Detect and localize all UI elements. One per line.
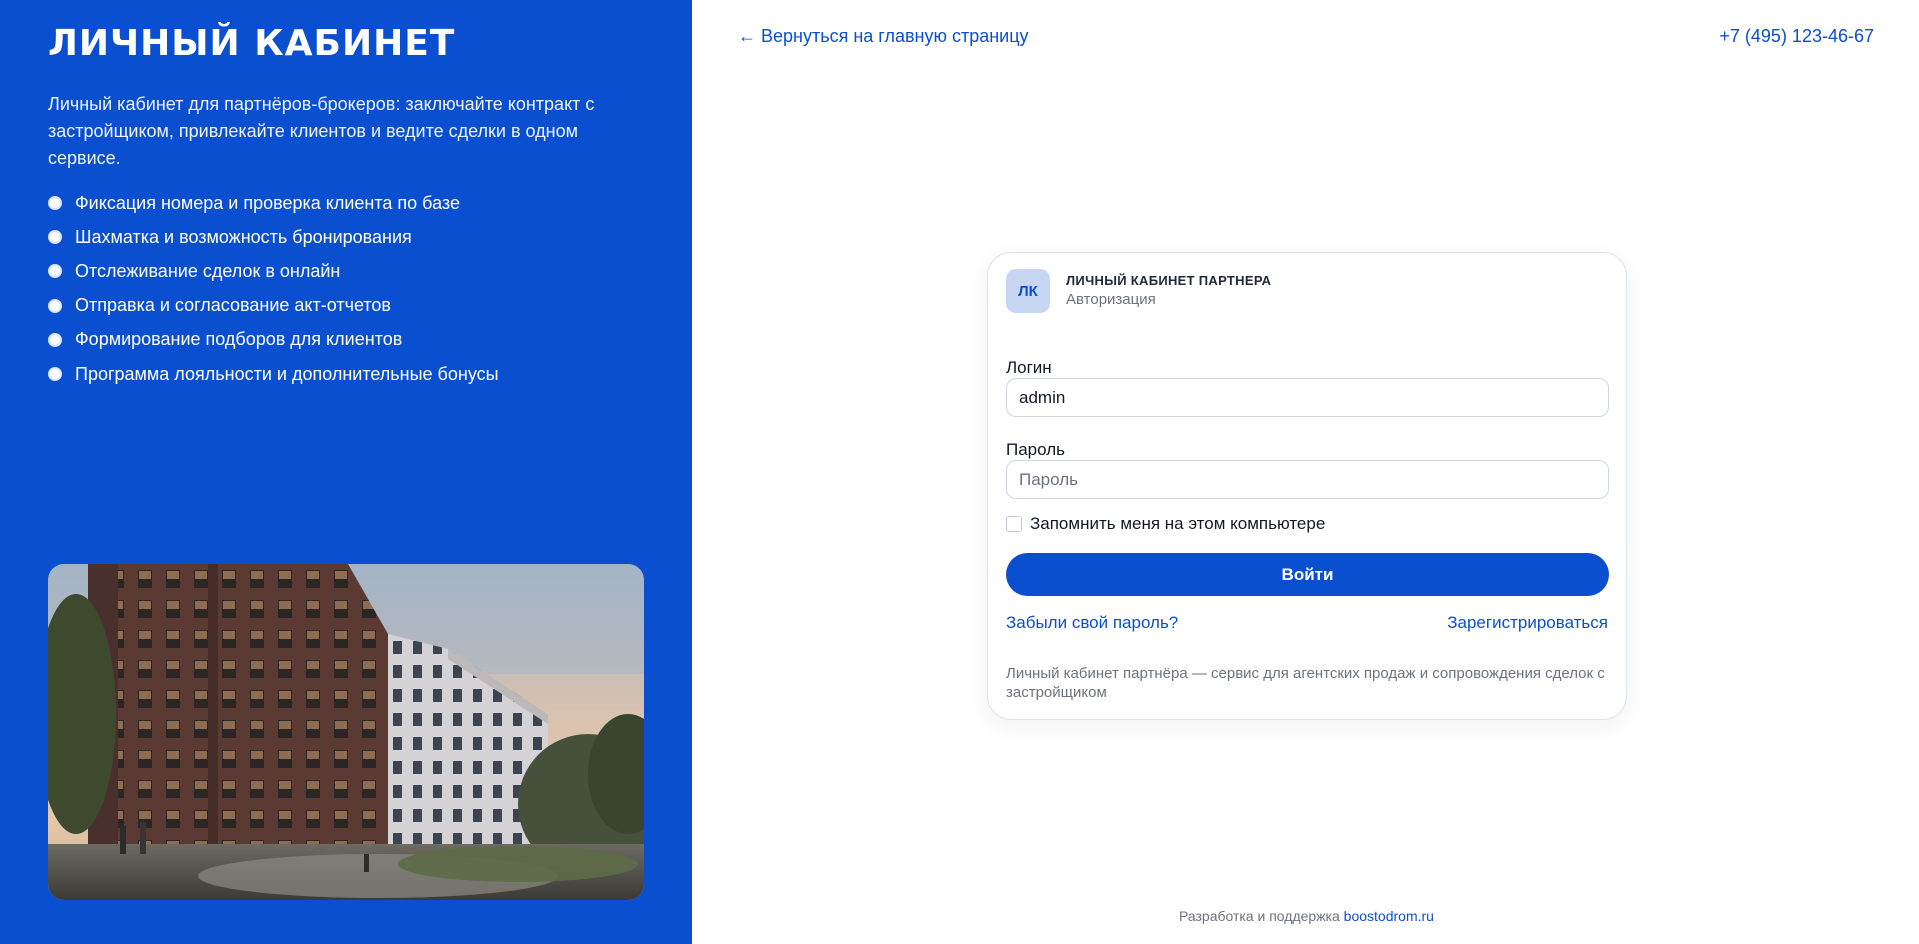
forgot-password-link[interactable]: Забыли свой пароль? bbox=[1006, 613, 1178, 633]
feature-item: Отслеживание сделок в онлайн bbox=[48, 254, 499, 288]
feature-label: Шахматка и возможность бронирования bbox=[75, 226, 412, 247]
feature-item: Фиксация номера и проверка клиента по ба… bbox=[48, 186, 499, 220]
feature-label: Отслеживание сделок в онлайн bbox=[75, 260, 341, 281]
bullet-icon bbox=[48, 332, 62, 347]
lk-badge: ЛК bbox=[1006, 269, 1050, 313]
promo-panel: ЛИЧНЫЙ КАБИНЕТ Личный кабинет для партнё… bbox=[0, 0, 692, 944]
developer-link[interactable]: boostodrom.ru bbox=[1344, 908, 1434, 924]
card-title: ЛИЧНЫЙ КАБИНЕТ ПАРТНЕРА bbox=[1066, 272, 1272, 288]
bullet-icon bbox=[48, 367, 62, 382]
bullet-icon bbox=[48, 196, 62, 211]
feature-item: Формирование подборов для клиентов bbox=[48, 323, 499, 357]
login-input[interactable] bbox=[1006, 378, 1609, 417]
login-button[interactable]: Войти bbox=[1006, 553, 1609, 596]
feature-label: Формирование подборов для клиентов bbox=[75, 329, 403, 350]
password-label: Пароль bbox=[1006, 440, 1065, 459]
building-photo bbox=[48, 564, 644, 900]
feature-label: Программа лояльности и дополнительные бо… bbox=[75, 363, 499, 384]
feature-item: Шахматка и возможность бронирования bbox=[48, 220, 499, 254]
login-card: ЛК ЛИЧНЫЙ КАБИНЕТ ПАРТНЕРА Авторизация Л… bbox=[987, 252, 1627, 720]
feature-list: Фиксация номера и проверка клиента по ба… bbox=[48, 186, 499, 391]
footer: Разработка и поддержка boostodrom.ru bbox=[1179, 907, 1434, 925]
back-to-home-link[interactable]: ← Вернуться на главную страницу bbox=[738, 24, 1029, 48]
card-subtitle: Авторизация bbox=[1066, 290, 1156, 308]
promo-title: ЛИЧНЫЙ КАБИНЕТ bbox=[48, 23, 456, 64]
footer-text: Разработка и поддержка bbox=[1179, 908, 1340, 924]
bullet-icon bbox=[48, 230, 62, 245]
remember-me: Запомнить меня на этом компьютере bbox=[1006, 513, 1325, 535]
feature-label: Отправка и согласование акт-отчетов bbox=[75, 295, 391, 316]
card-header-text: ЛИЧНЫЙ КАБИНЕТ ПАРТНЕРА Авторизация bbox=[1066, 273, 1271, 310]
feature-label: Фиксация номера и проверка клиента по ба… bbox=[75, 192, 460, 213]
bullet-icon bbox=[48, 264, 62, 279]
remember-checkbox[interactable] bbox=[1006, 516, 1022, 532]
remember-label[interactable]: Запомнить меня на этом компьютере bbox=[1030, 513, 1325, 535]
bullet-icon bbox=[48, 298, 62, 313]
register-link[interactable]: Зарегистрироваться bbox=[1447, 613, 1608, 633]
phone-link[interactable]: +7 (495) 123-46-67 bbox=[1719, 24, 1874, 48]
promo-intro: Личный кабинет для партнёров-брокеров: з… bbox=[48, 94, 595, 168]
feature-item: Программа лояльности и дополнительные бо… bbox=[48, 357, 499, 391]
password-input[interactable] bbox=[1006, 460, 1609, 499]
card-note: Личный кабинет партнёра — сервис для аге… bbox=[1006, 665, 1605, 701]
login-label: Логин bbox=[1006, 358, 1052, 377]
card-header: ЛК ЛИЧНЫЙ КАБИНЕТ ПАРТНЕРА Авторизация bbox=[1006, 269, 1271, 313]
feature-item: Отправка и согласование акт-отчетов bbox=[48, 289, 499, 323]
